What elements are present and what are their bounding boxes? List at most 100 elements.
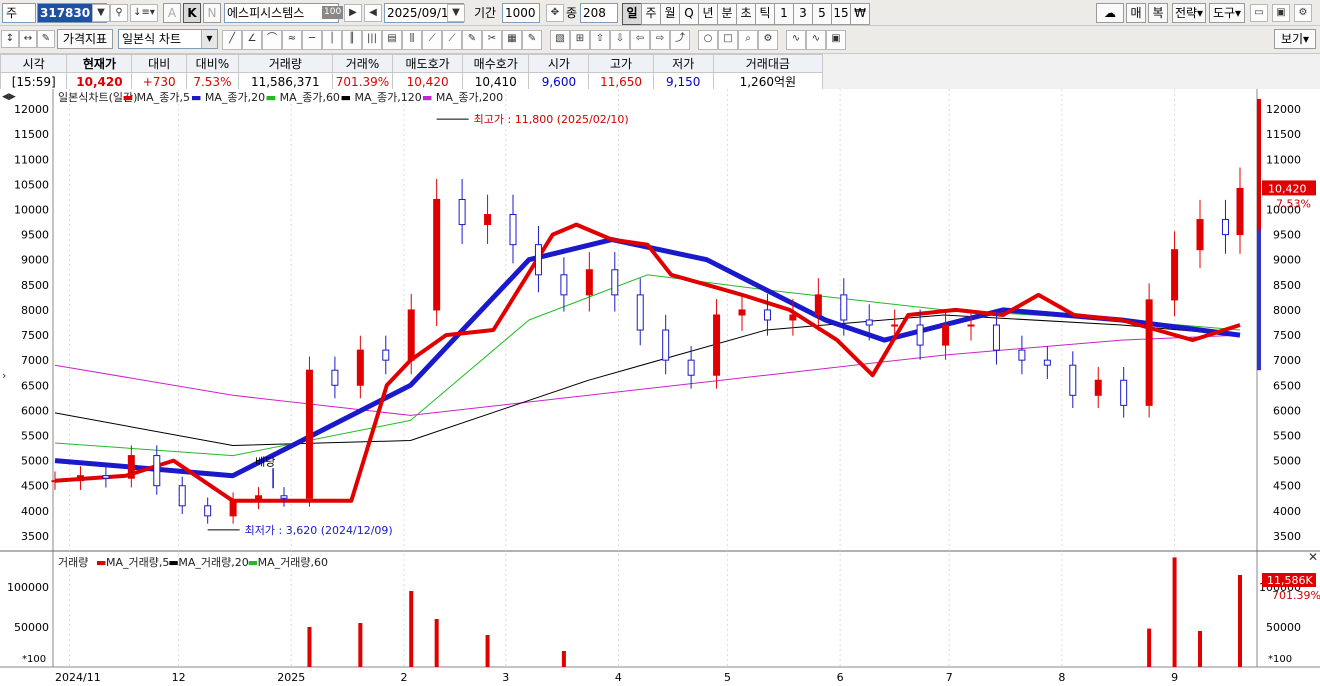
y-tick-label-right: 11000: [1266, 153, 1301, 166]
drawing-tool-icon[interactable]: ∿: [806, 30, 826, 50]
arrow-move-icon[interactable]: ✥: [546, 4, 564, 22]
expand-panel-icon[interactable]: ›: [2, 369, 6, 382]
drawing-tool-icon[interactable]: ▣: [826, 30, 846, 50]
interval-button[interactable]: 3: [793, 3, 813, 25]
quote-header-cell: 현재가: [66, 54, 133, 73]
cloud-icon[interactable]: ☁: [1096, 3, 1124, 23]
quote-value-cell: [15:59]: [0, 72, 68, 91]
candle-body: [127, 455, 135, 479]
drawing-tool-icon[interactable]: ⌒: [262, 30, 282, 50]
drawing-tool-icon[interactable]: ▦: [502, 30, 522, 50]
k-button[interactable]: K: [183, 3, 201, 23]
interval-button[interactable]: 일: [622, 3, 642, 25]
price-chart[interactable]: 3500 35004000 40004500 45005000 50005500 5500…: [0, 89, 1320, 686]
drawing-tool-icon[interactable]: ∠: [242, 30, 262, 50]
price-indicator-button[interactable]: 가격지표: [57, 29, 113, 49]
close-pane-icon[interactable]: ✕: [1308, 550, 1318, 564]
interval-button[interactable]: 월: [660, 3, 680, 25]
quote-value-cell: 10,410: [462, 72, 530, 91]
drawing-tool-icon[interactable]: ○: [698, 30, 718, 50]
scroll-arrows-icon[interactable]: ◀▶: [2, 92, 16, 102]
drawing-tool-icon[interactable]: ⟋: [442, 30, 462, 50]
calendar-icon[interactable]: ▼: [447, 4, 465, 22]
y-tick-label-right: 7500: [1273, 329, 1301, 342]
drawing-tool-icon[interactable]: ⟋: [422, 30, 442, 50]
period-input[interactable]: 1000: [502, 3, 540, 23]
count-input[interactable]: 208: [580, 3, 618, 23]
y-tick-label-left: 3500: [21, 530, 49, 543]
interval-button[interactable]: 초: [736, 3, 756, 25]
code-dropdown-icon[interactable]: ▼: [92, 4, 110, 22]
drawing-tool-icon[interactable]: ✂: [482, 30, 502, 50]
edit-icon[interactable]: ✎: [37, 30, 55, 48]
leftright-icon[interactable]: ↔: [19, 30, 37, 48]
quote-header-cell: 거래량: [237, 54, 333, 73]
search-icon[interactable]: ⚲: [110, 4, 128, 22]
candle-body: [1120, 379, 1128, 406]
next-icon[interactable]: ▶: [344, 4, 362, 22]
save-icon[interactable]: ▣: [1272, 4, 1290, 22]
interval-button[interactable]: 틱: [755, 3, 775, 25]
drawing-tool-icon[interactable]: ║: [342, 30, 362, 50]
interval-button[interactable]: 년: [698, 3, 718, 25]
a-button[interactable]: A: [163, 3, 181, 23]
drawing-tool-icon[interactable]: ╱: [222, 30, 242, 50]
vol-tick-left: 50000: [14, 621, 49, 634]
drawing-tool-icon[interactable]: ≈: [282, 30, 302, 50]
vol-tick-left: 100000: [7, 581, 49, 594]
y-tick-label-left: 11000: [14, 153, 49, 166]
y-tick-label-left: 10500: [14, 178, 49, 191]
drawing-tool-icon[interactable]: ▧: [550, 30, 570, 50]
candle-body: [1236, 187, 1244, 236]
interval-buttons: 일 주 월 Q 년 분 초 틱 1 3 5 15 ₩: [622, 3, 874, 25]
volume-bar: [409, 591, 414, 667]
toolbar-btn-bok[interactable]: 복: [1148, 3, 1168, 23]
volume-bar: [1238, 575, 1242, 667]
n-button[interactable]: N: [203, 3, 221, 23]
drawing-tool-icon[interactable]: ⚙: [758, 30, 778, 50]
drawing-tool-icon[interactable]: ⌕: [738, 30, 758, 50]
settings-icon[interactable]: ⚙: [1294, 4, 1312, 22]
chart-type-select[interactable]: 일본식 차트 ▼: [118, 29, 218, 49]
drawing-tool-icon[interactable]: │: [322, 30, 342, 50]
drawing-tool-icon[interactable]: ⤴: [670, 30, 690, 50]
candle-body: [560, 274, 568, 296]
strategy-button[interactable]: 전략▾: [1172, 3, 1206, 23]
quote-value-cell: 9,150: [652, 72, 714, 91]
drawing-tool-icon[interactable]: ─: [302, 30, 322, 50]
y-tick-label-right: 4500: [1273, 480, 1301, 493]
drawing-tool-icon[interactable]: ⇩: [610, 30, 630, 50]
drawing-tool-icon[interactable]: ⇦: [630, 30, 650, 50]
tools-button[interactable]: 도구▾: [1209, 3, 1245, 23]
sort-icon[interactable]: ↓≡▾: [130, 4, 158, 22]
drawing-tool-icon[interactable]: ⇨: [650, 30, 670, 50]
x-tick-label: 4: [615, 671, 622, 684]
interval-button[interactable]: 15: [831, 3, 851, 25]
drawing-tool-icon[interactable]: ⫼: [402, 30, 422, 50]
y-tick-label-right: 8500: [1273, 279, 1301, 292]
drawing-tool-icon[interactable]: ✎: [462, 30, 482, 50]
interval-button[interactable]: 1: [774, 3, 794, 25]
interval-button[interactable]: ₩: [850, 3, 870, 25]
x-tick-label: 8: [1058, 671, 1065, 684]
folder-icon[interactable]: ▭: [1250, 4, 1268, 22]
drawing-tool-icon[interactable]: ⊞: [570, 30, 590, 50]
toolbar-btn-mae[interactable]: 매: [1126, 3, 1146, 23]
drawing-tool-icon[interactable]: ✎: [522, 30, 542, 50]
view-button[interactable]: 보기▾: [1274, 29, 1316, 49]
drawing-tool-icon[interactable]: ∿: [786, 30, 806, 50]
drawing-tool-icon[interactable]: |||: [362, 30, 382, 50]
market-select[interactable]: 주: [2, 3, 36, 23]
interval-button[interactable]: 분: [717, 3, 737, 25]
drawing-tool-icon[interactable]: □: [718, 30, 738, 50]
interval-button[interactable]: Q: [679, 3, 699, 25]
prev-icon[interactable]: ◀: [364, 4, 382, 22]
interval-button[interactable]: 5: [812, 3, 832, 25]
candle-body: [992, 324, 1000, 351]
drawing-tool-icon[interactable]: ⇧: [590, 30, 610, 50]
quote-header-cell: 거래%: [331, 54, 394, 73]
updown-icon[interactable]: ↕: [1, 30, 19, 48]
drawing-tool-icon[interactable]: ▤: [382, 30, 402, 50]
price-range-bar-blue: [1257, 229, 1261, 371]
interval-button[interactable]: 주: [641, 3, 661, 25]
